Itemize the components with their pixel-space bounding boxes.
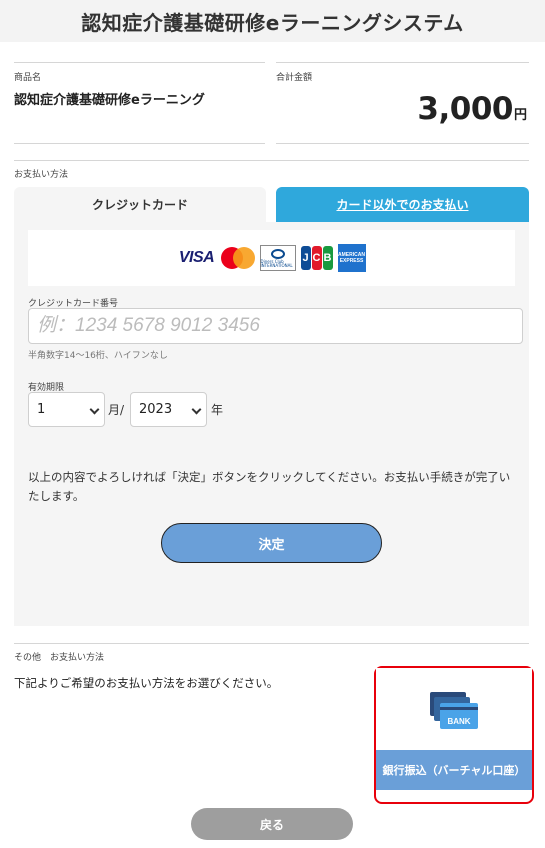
expiry-year-select[interactable]: 2023	[130, 392, 207, 427]
chevron-down-icon	[89, 404, 100, 415]
payment-divider	[14, 160, 529, 161]
expiry-month-select[interactable]: 1	[28, 392, 105, 427]
other-payment-divider	[14, 643, 529, 644]
credit-card-panel: VISA Diners Club INTERNATIONAL J C B AME…	[14, 222, 529, 626]
tab-other-payment[interactable]: カード以外でのお支払い	[276, 187, 529, 222]
card-brands: VISA Diners Club INTERNATIONAL J C B AME…	[28, 230, 515, 286]
confirm-instruction: 以上の内容でよろしければ「決定」ボタンをクリックしてください。お支払い手続きが完…	[28, 470, 511, 503]
total-price: 3,000 円	[417, 91, 527, 127]
other-payment-label: その他 お支払い方法	[14, 653, 105, 663]
jcb-logo-icon: J C B	[300, 245, 334, 271]
page-header: 認知症介護基礎研修eラーニングシステム	[0, 0, 545, 42]
product-name: 認知症介護基礎研修eラーニング	[14, 93, 205, 108]
total-amount: 3,000	[417, 91, 513, 127]
product-field: 商品名 認知症介護基礎研修eラーニング	[14, 62, 265, 144]
chevron-down-icon	[191, 404, 202, 415]
diners-club-text: Diners Club INTERNATIONAL	[260, 258, 293, 268]
expiry-year-unit: 年	[211, 403, 224, 417]
total-label: 合計金額	[276, 73, 313, 83]
visa-logo-icon: VISA	[178, 249, 215, 266]
expiry-year-value: 2023	[139, 402, 173, 417]
expiry-month-unit: 月/	[108, 403, 125, 417]
card-number-hint: 半角数字14～16桁、ハイフンなし	[28, 351, 168, 361]
jcb-letter-j: J	[300, 246, 311, 270]
amex-text-bottom: EXPRESS	[339, 258, 364, 264]
jcb-letter-c: C	[311, 246, 322, 270]
total-unit: 円	[513, 108, 527, 123]
amex-logo-icon: AMERICAN EXPRESS	[337, 244, 366, 272]
jcb-letter-b: B	[322, 246, 333, 270]
bank-cards-icon: BANK	[430, 692, 478, 730]
total-field: 合計金額 3,000 円	[276, 62, 529, 144]
card-number-input[interactable]	[28, 308, 523, 344]
product-label: 商品名	[14, 73, 42, 83]
bank-transfer-label: 銀行振込（バーチャル口座）	[376, 750, 532, 790]
diners-club-logo-icon: Diners Club INTERNATIONAL	[259, 245, 296, 271]
payment-method-label: お支払い方法	[14, 170, 69, 180]
back-button[interactable]: 戻る	[191, 808, 353, 840]
other-payment-instruction: 下記よりご希望のお支払い方法をお選びください。	[14, 676, 279, 690]
expiry-month-value: 1	[37, 402, 46, 417]
bank-transfer-option[interactable]: BANK 銀行振込（バーチャル口座）	[376, 668, 532, 790]
page-title: 認知症介護基礎研修eラーニングシステム	[81, 10, 464, 35]
tab-credit-card[interactable]: クレジットカード	[14, 187, 266, 222]
mastercard-logo-icon	[220, 246, 256, 270]
submit-button[interactable]: 決定	[161, 523, 382, 563]
